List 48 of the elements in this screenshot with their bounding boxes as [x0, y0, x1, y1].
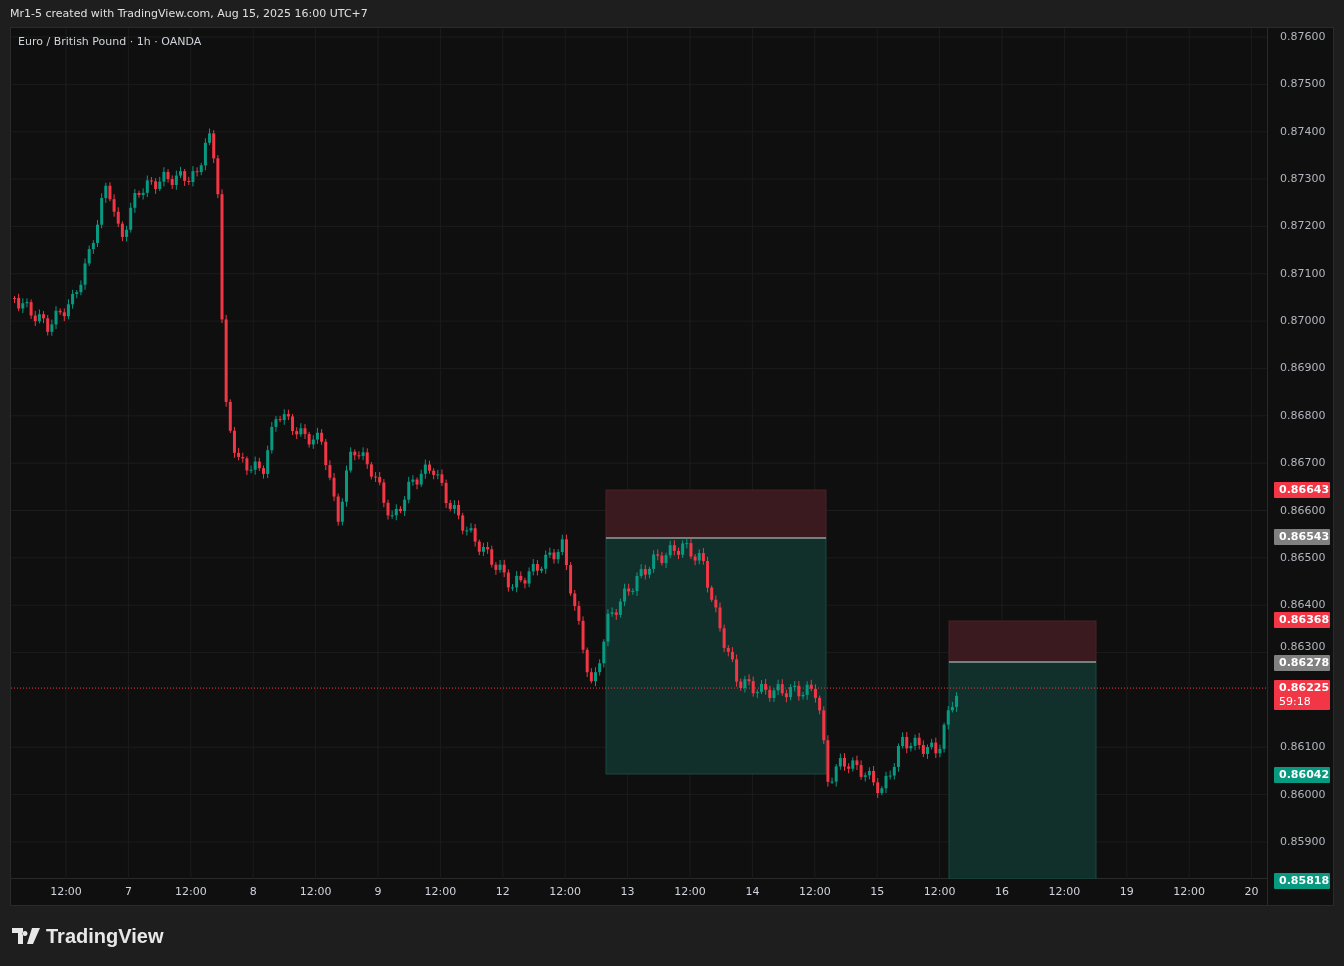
time-axis-label: 12:00	[1173, 885, 1206, 898]
time-axis-label: 7	[124, 885, 132, 898]
price-label: 0.86042	[1274, 766, 1330, 783]
logo-icon	[12, 928, 42, 944]
price-tick: 0.86700	[1280, 456, 1326, 470]
time-axis-label: 12:00	[923, 885, 956, 898]
price-tick: 0.86400	[1280, 598, 1326, 612]
time-axis-label: 12:00	[1048, 885, 1081, 898]
time-axis-label: 12:00	[424, 885, 457, 898]
chart-title: Euro / British Pound · 1h · OANDA	[18, 35, 202, 48]
time-axis-label: 12:00	[549, 885, 582, 898]
price-tick: 0.86100	[1280, 740, 1326, 754]
price-label: 0.86543	[1274, 529, 1330, 546]
price-tick: 0.86000	[1280, 787, 1326, 801]
price-label: 0.86225 59:18	[1274, 680, 1330, 711]
time-axis-label: 14	[745, 885, 760, 898]
price-label: 0.86278	[1274, 654, 1330, 671]
price-tick: 0.86800	[1280, 408, 1326, 422]
time-axis-label: 15	[870, 885, 885, 898]
price-tick: 0.86900	[1280, 361, 1326, 375]
time-axis-label: 12:00	[798, 885, 831, 898]
price-tick: 0.87100	[1280, 266, 1326, 280]
price-tick: 0.87200	[1280, 219, 1326, 233]
price-tick: 0.87500	[1280, 77, 1326, 91]
price-tick: 0.87300	[1280, 172, 1326, 186]
time-axis-label: 12:00	[174, 885, 207, 898]
price-tick: 0.87600	[1280, 30, 1326, 43]
price-label: 0.86643	[1274, 482, 1330, 499]
time-axis-label: 12:00	[299, 885, 332, 898]
time-axis-label: 16	[995, 885, 1009, 898]
price-tick: 0.87000	[1280, 314, 1326, 328]
price-label: 0.85818	[1274, 872, 1330, 889]
brand-wordmark: TradingView	[46, 924, 164, 948]
time-axis-label: 19	[1119, 885, 1134, 898]
time-axis-label: 8	[249, 885, 257, 898]
price-tick: 0.86500	[1280, 550, 1326, 564]
time-axis-label: 12:00	[50, 885, 82, 898]
time-axis-label: 12	[495, 885, 510, 898]
price-tick: 0.86300	[1280, 639, 1326, 653]
time-axis-label: 20	[1244, 885, 1259, 898]
price-tick: 0.87400	[1280, 124, 1326, 138]
price-label: 0.86368	[1274, 612, 1330, 629]
time-axis-label: 12:00	[674, 885, 706, 898]
price-tick: 0.86600	[1280, 503, 1326, 517]
price-tick: 0.85900	[1280, 834, 1326, 848]
time-axis-label: 13	[620, 885, 635, 898]
time-axis-label: 9	[374, 885, 382, 898]
chart-attribution: Mr1-5 created with TradingView.com, Aug 15, 2025 16:00 UTC+7	[9, 6, 369, 22]
